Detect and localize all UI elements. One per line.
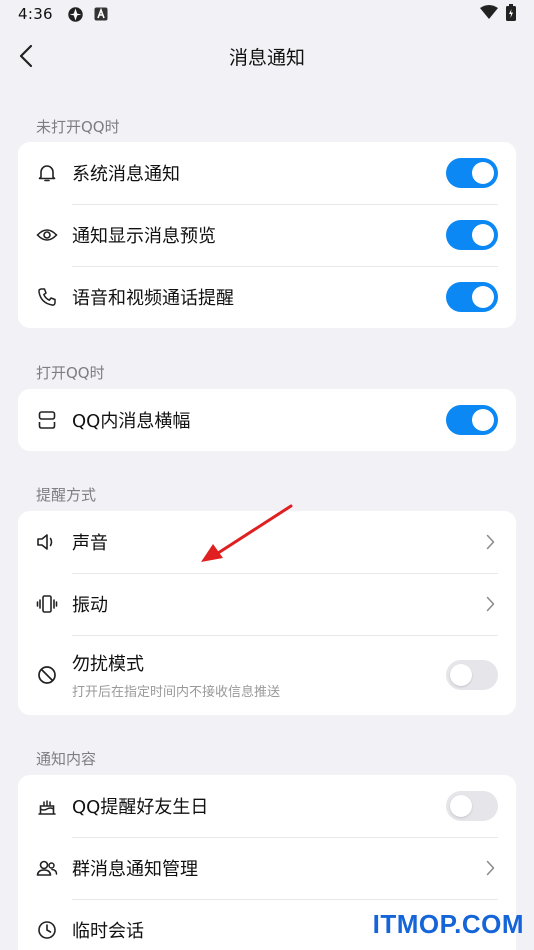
row-system-notification[interactable]: 系统消息通知 bbox=[18, 142, 516, 204]
title-bar: 消息通知 bbox=[0, 28, 534, 84]
card-open: QQ内消息横幅 bbox=[18, 389, 516, 451]
chevron-right-icon bbox=[482, 534, 498, 550]
a-notification-icon bbox=[94, 7, 108, 21]
battery-icon bbox=[506, 3, 516, 25]
row-label: 通知显示消息预览 bbox=[72, 226, 216, 247]
do-not-disturb-icon bbox=[36, 664, 58, 686]
toggle-knob bbox=[450, 795, 472, 817]
toggle-knob bbox=[472, 224, 494, 246]
toggle-switch[interactable] bbox=[446, 158, 498, 188]
page-title: 消息通知 bbox=[228, 46, 305, 69]
row-birthday-reminder[interactable]: QQ提醒好友生日 bbox=[18, 775, 516, 837]
photo-app-icon bbox=[67, 6, 84, 23]
status-time: 4:36 bbox=[18, 5, 53, 23]
speaker-icon bbox=[36, 531, 58, 553]
row-label: 勿扰模式 bbox=[72, 654, 144, 675]
row-label: 振动 bbox=[72, 595, 108, 616]
toggle-switch[interactable] bbox=[446, 282, 498, 312]
row-sublabel: 打开后在指定时间内不接收信息推送 bbox=[72, 685, 281, 700]
toggle-switch[interactable] bbox=[446, 405, 498, 435]
banner-icon bbox=[36, 409, 58, 431]
card-closed: 系统消息通知 通知显示消息预览 语音和视频通话提醒 bbox=[18, 142, 516, 328]
row-label: 语音和视频通话提醒 bbox=[72, 288, 234, 309]
toggle-switch[interactable] bbox=[446, 220, 498, 250]
toggle-switch[interactable] bbox=[446, 791, 498, 821]
section-label-open: 打开QQ时 bbox=[36, 364, 105, 382]
wifi-icon bbox=[480, 5, 498, 23]
section-label-content: 通知内容 bbox=[36, 750, 97, 768]
toggle-knob bbox=[472, 286, 494, 308]
toggle-switch[interactable] bbox=[446, 660, 498, 690]
section-label-closed: 未打开QQ时 bbox=[36, 118, 120, 136]
row-in-app-banner[interactable]: QQ内消息横幅 bbox=[18, 389, 516, 451]
clock-icon bbox=[36, 919, 58, 941]
row-sound[interactable]: 声音 bbox=[18, 511, 516, 573]
section-label-reminder: 提醒方式 bbox=[36, 486, 97, 504]
row-message-preview[interactable]: 通知显示消息预览 bbox=[18, 204, 516, 266]
row-label: QQ内消息横幅 bbox=[72, 411, 191, 432]
chevron-left-icon bbox=[19, 44, 33, 68]
chevron-right-icon bbox=[482, 596, 498, 612]
card-reminder: 声音 振动 勿扰模式 打开后在指定时间内不接收信息推送 bbox=[18, 511, 516, 715]
back-button[interactable] bbox=[10, 40, 42, 72]
bell-icon bbox=[36, 162, 58, 184]
group-icon bbox=[36, 857, 58, 879]
watermark: ITMOP.COM bbox=[372, 909, 524, 939]
row-label: QQ提醒好友生日 bbox=[72, 797, 209, 818]
toggle-knob bbox=[472, 409, 494, 431]
row-label: 群消息通知管理 bbox=[72, 859, 198, 880]
row-do-not-disturb[interactable]: 勿扰模式 打开后在指定时间内不接收信息推送 bbox=[18, 635, 516, 715]
chevron-right-icon bbox=[482, 860, 498, 876]
row-vibration[interactable]: 振动 bbox=[18, 573, 516, 635]
status-bar: 4:36 bbox=[0, 0, 534, 28]
row-label: 声音 bbox=[72, 533, 108, 554]
toggle-knob bbox=[450, 664, 472, 686]
row-call-reminder[interactable]: 语音和视频通话提醒 bbox=[18, 266, 516, 328]
row-label: 系统消息通知 bbox=[72, 164, 180, 185]
vibrate-icon bbox=[36, 593, 58, 615]
toggle-knob bbox=[472, 162, 494, 184]
row-group-notification[interactable]: 群消息通知管理 bbox=[18, 837, 516, 899]
cake-icon bbox=[36, 795, 58, 817]
phone-icon bbox=[36, 286, 58, 308]
eye-icon bbox=[36, 224, 58, 246]
